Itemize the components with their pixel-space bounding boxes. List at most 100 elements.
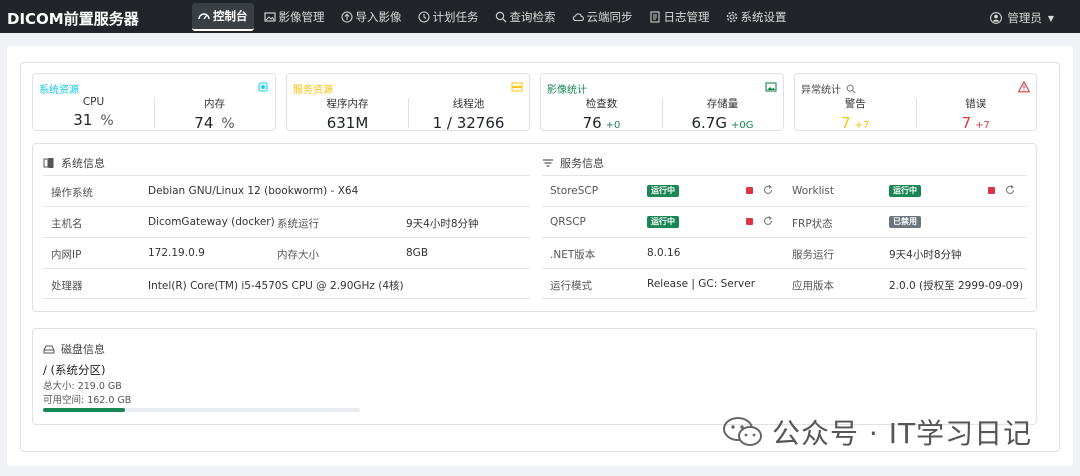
anomaly-stats-card: 异常统计 警告 7 +7 错误 7 +7	[794, 73, 1037, 132]
nav-cloud-sync[interactable]: 云端同步	[566, 3, 639, 31]
memsize-label: 内存大小	[277, 249, 319, 261]
restart-icon[interactable]	[1004, 184, 1016, 196]
stop-icon[interactable]	[746, 218, 753, 225]
nav-import[interactable]: 导入影像	[335, 3, 408, 31]
card-title-wrap: 异常统计	[801, 81, 856, 96]
watermark-text: 公众号 · IT学习日记	[772, 417, 1033, 450]
top-navbar: DICOM前置服务器 控制台 影像管理 导入影像 计划任务 查询检索 云端同步 …	[0, 0, 1080, 33]
error-metric: 错误 7 +7	[916, 96, 1037, 132]
cpu-value: Intel(R) Core(TM) i5-4570S CPU @ 2.90GHz…	[148, 280, 404, 292]
nav-label: 查询检索	[509, 9, 556, 24]
cpu-metric: CPU 31%	[33, 96, 154, 129]
main-nav: 控制台 影像管理 导入影像 计划任务 查询检索 云端同步 日志管理 系统设置	[192, 0, 797, 33]
storage-label: 存储量	[706, 98, 739, 110]
app-title[interactable]: DICOM前置服务器	[7, 8, 139, 29]
dotnet-value: 8.0.16	[647, 247, 681, 259]
status-badge: 已禁用	[889, 216, 921, 228]
image-icon	[263, 11, 276, 23]
stop-icon[interactable]	[746, 187, 753, 194]
wechat-icon	[722, 415, 764, 449]
card-title: 系统资源	[39, 85, 79, 96]
nav-schedule[interactable]: 计划任务	[412, 3, 485, 31]
search-icon[interactable]	[846, 84, 856, 94]
status-badge: 运行中	[647, 185, 679, 197]
image-stats-card: 影像统计 检查数 76 +0 存储量 6.7G +0G	[540, 73, 784, 132]
dashboard-icon	[198, 10, 210, 22]
user-menu[interactable]: 管理员 ▼	[990, 10, 1054, 26]
user-icon	[990, 12, 1003, 24]
run-mode-value: Release | GC: Server	[647, 278, 756, 290]
storage-metric: 存储量 6.7G +0G	[662, 96, 783, 132]
cpu-icon	[257, 81, 269, 93]
memory-metric: 内存 74%	[154, 96, 275, 132]
nav-dashboard[interactable]: 控制台	[192, 2, 254, 31]
process-memory-value: 631M	[326, 114, 369, 132]
error-delta: +7	[975, 120, 990, 131]
frp-label: FRP状态	[792, 218, 833, 230]
dotnet-label: .NET版本	[550, 249, 596, 261]
host-label: 主机名	[51, 218, 83, 230]
nav-query[interactable]: 查询检索	[489, 3, 562, 31]
storage-value: 6.7G	[691, 114, 727, 132]
os-label: 操作系统	[51, 187, 93, 199]
nav-label: 系统设置	[740, 9, 787, 24]
user-name: 管理员	[1007, 11, 1042, 25]
cpu-value: 31	[73, 111, 93, 129]
memsize-value: 8GB	[406, 247, 429, 259]
service-uptime-label: 服务运行	[792, 249, 834, 261]
nav-logs[interactable]: 日志管理	[643, 3, 716, 31]
host-value: DicomGateway (docker)	[148, 216, 275, 228]
restart-icon[interactable]	[762, 184, 774, 196]
run-mode-label: 运行模式	[550, 280, 592, 292]
thread-pool-label: 线程池	[452, 98, 485, 110]
stop-icon[interactable]	[988, 187, 995, 194]
section-title: 磁盘信息	[61, 343, 105, 356]
process-memory-label: 程序内存	[326, 98, 369, 110]
nav-label: 云端同步	[586, 9, 633, 24]
filter-icon	[542, 157, 554, 169]
table-row: 运行模式 Release | GC: Server 应用版本 2.0.0 (授权…	[542, 268, 1027, 299]
cpu-label: 处理器	[51, 280, 83, 292]
upload-icon	[340, 10, 353, 23]
chevron-down-icon: ▼	[1047, 13, 1054, 23]
thread-pool-value: 1 / 32766	[432, 114, 505, 132]
storage-delta: +0G	[730, 120, 754, 131]
app-version-value: 2.0.0 (授权至 2999-09-09)	[889, 280, 1024, 292]
server-icon	[511, 81, 523, 93]
nav-label: 导入影像	[355, 9, 402, 24]
error-value: 7	[961, 114, 972, 132]
process-memory-metric: 程序内存 631M	[287, 96, 408, 132]
system-resource-card: 系统资源 CPU 31% 内存 74%	[32, 73, 276, 132]
nav-image-manage[interactable]: 影像管理	[258, 3, 331, 31]
table-row: StoreSCP 运行中 Worklist 运行中	[542, 175, 1027, 206]
nav-label: 影像管理	[278, 9, 325, 24]
section-title: 系统信息	[61, 157, 105, 170]
qrscp-label: QRSCP	[550, 216, 586, 228]
warning-value: 7	[841, 114, 851, 132]
memory-label: 内存	[204, 98, 225, 110]
disk-info-header: 磁盘信息	[43, 341, 105, 357]
system-info-header: 系统信息	[43, 155, 105, 171]
storescp-label: StoreSCP	[550, 185, 599, 197]
table-row: 处理器 Intel(R) Core(TM) i5-4570S CPU @ 2.9…	[43, 268, 530, 299]
uptime-value: 9天4小时8分钟	[406, 218, 479, 230]
memory-unit: %	[221, 116, 235, 132]
cloud-icon	[572, 11, 584, 23]
table-row: 主机名 DicomGateway (docker) 系统运行 9天4小时8分钟	[43, 206, 530, 237]
memory-value: 74	[194, 114, 214, 132]
cpu-label: CPU	[82, 96, 105, 108]
card-title: 服务资源	[293, 85, 333, 96]
worklist-label: Worklist	[792, 185, 835, 197]
restart-icon[interactable]	[762, 215, 774, 227]
nav-label: 日志管理	[663, 9, 710, 24]
warning-label: 警告	[844, 98, 866, 110]
clock-icon	[417, 10, 430, 23]
warning-metric: 警告 7 +7	[795, 96, 916, 132]
table-row: 操作系统 Debian GNU/Linux 12 (bookworm) - X6…	[43, 175, 530, 206]
disk-usage-fill	[43, 408, 126, 412]
ip-value: 172.19.0.9	[148, 247, 205, 259]
nav-settings[interactable]: 系统设置	[720, 3, 793, 31]
hard-drive-icon	[43, 343, 55, 355]
card-title: 异常统计	[801, 85, 841, 96]
exam-count-value: 76	[582, 114, 602, 132]
